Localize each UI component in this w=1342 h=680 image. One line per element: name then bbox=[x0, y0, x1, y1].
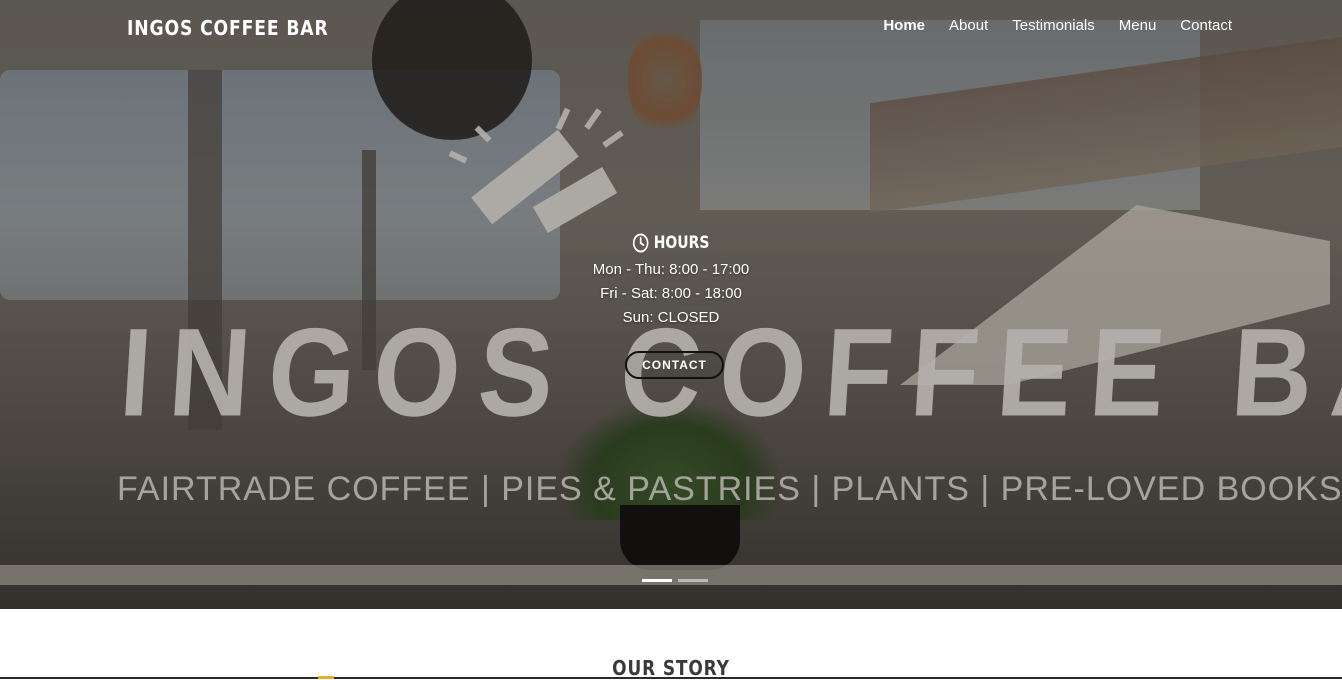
hours-block: HOURS Mon - Thu: 8:00 - 17:00 Fri - Sat:… bbox=[0, 233, 1342, 330]
nav-link-contact[interactable]: Contact bbox=[1180, 17, 1232, 34]
nav-link-about[interactable]: About bbox=[949, 17, 988, 34]
carousel-indicator-2[interactable] bbox=[678, 579, 708, 582]
nav-link-testimonials[interactable]: Testimonials bbox=[1012, 17, 1095, 34]
hours-line-weekday: Mon - Thu: 8:00 - 17:00 bbox=[592, 261, 750, 278]
carousel-indicators bbox=[642, 579, 708, 582]
hours-line-sunday: Sun: CLOSED bbox=[622, 309, 720, 326]
hours-title: HOURS bbox=[653, 233, 710, 253]
hours-line-friday-saturday: Fri - Sat: 8:00 - 18:00 bbox=[600, 285, 742, 302]
hero-carousel: INGOS COFFEE BAR FAIRTRADE COFFEE | PIES… bbox=[0, 0, 1342, 609]
clock-icon bbox=[632, 233, 649, 253]
brand-logo[interactable]: INGOS COFFEE BAR bbox=[127, 16, 329, 40]
nav-link-menu[interactable]: Menu bbox=[1119, 17, 1157, 34]
main-nav: Home About Testimonials Menu Contact bbox=[883, 17, 1232, 34]
nav-link-home[interactable]: Home bbox=[883, 17, 925, 34]
contact-button[interactable]: CONTACT bbox=[625, 351, 724, 379]
carousel-indicator-1[interactable] bbox=[642, 579, 672, 582]
hours-heading: HOURS bbox=[632, 233, 710, 253]
